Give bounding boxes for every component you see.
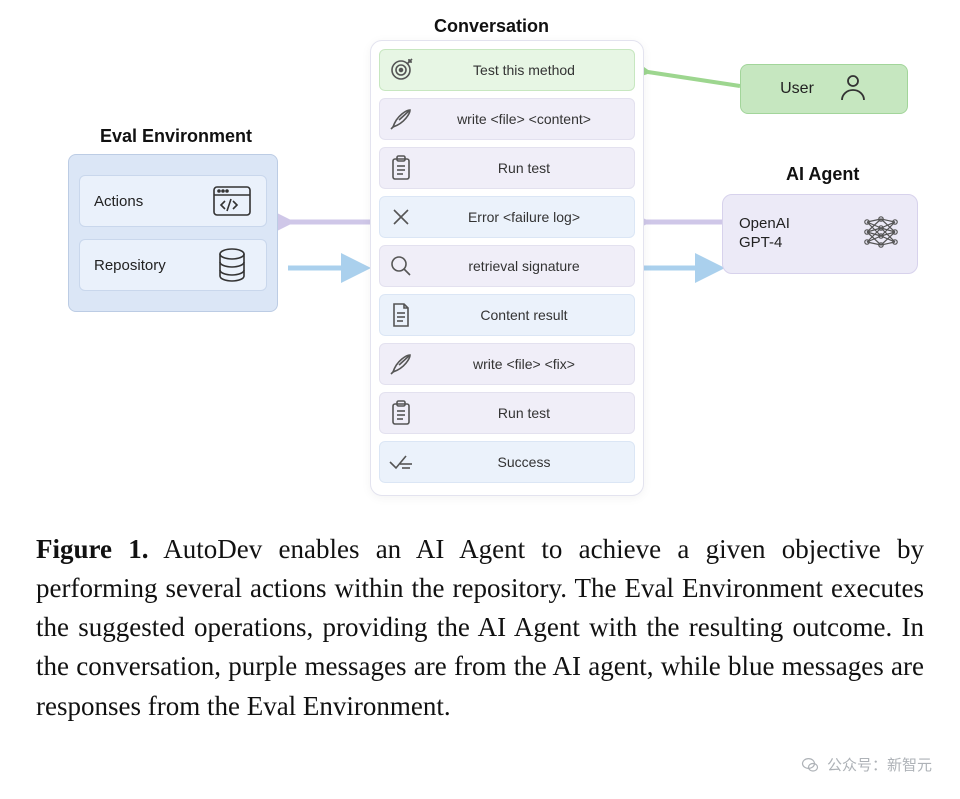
conversation-message: Success (379, 441, 635, 483)
repository-label: Repository (94, 257, 166, 274)
conversation-message: Error <failure log> (379, 196, 635, 238)
message-text: Content result (424, 307, 624, 323)
search-icon (388, 253, 414, 279)
conversation-message: Content result (379, 294, 635, 336)
x-icon (388, 204, 414, 230)
conversation-message: write <file> <content> (379, 98, 635, 140)
conversation-title: Conversation (434, 16, 549, 37)
quill-icon (388, 351, 414, 377)
ai-agent-label: OpenAI GPT-4 (739, 215, 790, 253)
repository-box: Repository (79, 239, 267, 291)
user-box: User (740, 64, 908, 114)
watermark: 公众号：新智元 (801, 754, 932, 775)
message-text: write <file> <content> (424, 111, 624, 127)
conversation-message: Run test (379, 147, 635, 189)
arrow-eval-to-conversation (280, 256, 376, 280)
conversation-message: retrieval signature (379, 245, 635, 287)
user-label: User (780, 80, 814, 98)
arrow-conversation-to-agent (636, 256, 730, 280)
message-text: write <file> <fix> (424, 356, 624, 372)
quill-icon (388, 106, 414, 132)
clipboard-icon (388, 400, 414, 426)
arrow-conversation-to-eval (280, 210, 376, 234)
message-text: Success (424, 454, 624, 470)
target-icon (388, 57, 414, 83)
ai-agent-title: AI Agent (786, 164, 859, 185)
message-text: Test this method (424, 62, 624, 78)
actions-box: Actions (79, 175, 267, 227)
check-icon (388, 449, 414, 475)
eval-environment-title: Eval Environment (100, 126, 252, 147)
database-icon (212, 249, 252, 281)
ai-agent-box: OpenAI GPT-4 (722, 194, 918, 274)
code-window-icon (212, 185, 252, 217)
diagram: Eval Environment Conversation AI Agent A… (0, 0, 960, 510)
figure-caption: Figure 1. AutoDev enables an AI Agent to… (36, 530, 924, 726)
document-icon (388, 302, 414, 328)
message-text: Run test (424, 405, 624, 421)
conversation-panel: Test this method write <file> <content> Ru… (370, 40, 644, 496)
wechat-icon (801, 756, 819, 774)
user-icon (838, 72, 868, 107)
conversation-message: Test this method (379, 49, 635, 91)
figure-label: Figure 1. (36, 534, 149, 564)
conversation-message: write <file> <fix> (379, 343, 635, 385)
arrow-agent-to-conversation (636, 210, 730, 234)
message-text: Error <failure log> (424, 209, 624, 225)
actions-label: Actions (94, 193, 143, 210)
watermark-text: 公众号：新智元 (827, 754, 932, 775)
arrow-user-to-conversation (636, 56, 746, 94)
conversation-message: Run test (379, 392, 635, 434)
figure-caption-text: AutoDev enables an AI Agent to achieve a… (36, 534, 924, 721)
message-text: Run test (424, 160, 624, 176)
neural-network-icon (861, 212, 901, 256)
clipboard-icon (388, 155, 414, 181)
message-text: retrieval signature (424, 258, 624, 274)
eval-environment-box: Actions Repository (68, 154, 278, 312)
